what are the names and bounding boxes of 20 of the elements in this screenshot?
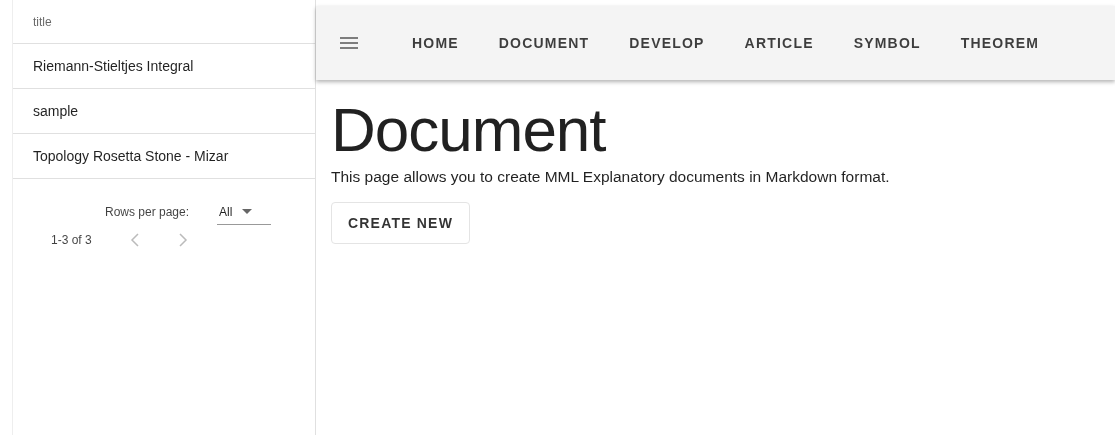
table-cell: Riemann-Stieltjes Integral — [33, 58, 194, 74]
page-range: 1-3 of 3 — [51, 233, 92, 247]
table-cell: sample — [33, 103, 79, 119]
next-page-button[interactable] — [177, 233, 188, 247]
nav-link[interactable]: HOME — [404, 29, 467, 57]
nav-link[interactable]: DEVELOP — [621, 29, 713, 57]
page-description: This page allows you to create MML Explanatory documents in Markdown format. — [331, 168, 890, 186]
menu-icon[interactable] — [340, 37, 358, 49]
nav-link[interactable]: THEOREM — [952, 29, 1048, 57]
rows-per-page-label: Rows per page: — [105, 205, 190, 219]
nav-link[interactable]: ARTICLE — [736, 29, 822, 57]
caret-icon — [242, 209, 253, 214]
nav-link[interactable]: DOCUMENT — [490, 29, 598, 57]
page-heading: Document — [331, 94, 606, 166]
rows-per-page-select[interactable]: All — [217, 199, 272, 225]
table-cell: Topology Rosetta Stone - Mizar — [33, 148, 229, 164]
create-new-button[interactable]: CREATE NEW — [331, 202, 471, 244]
column-header: title — [33, 14, 52, 29]
nav-link[interactable]: SYMBOL — [845, 29, 929, 57]
previous-page-button[interactable] — [129, 233, 140, 247]
